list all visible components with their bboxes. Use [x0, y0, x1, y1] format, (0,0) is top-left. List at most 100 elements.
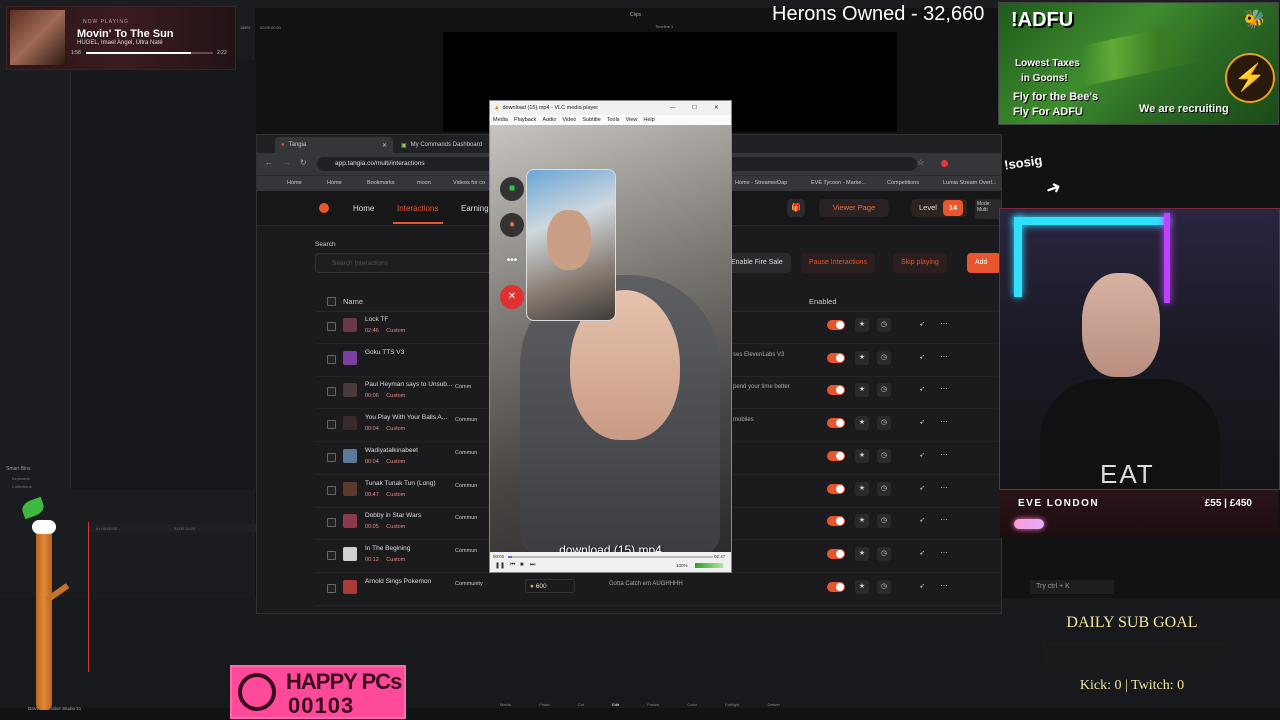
star-icon[interactable]: ★ [855, 481, 869, 496]
minimize-icon[interactable]: — [670, 101, 676, 115]
vlc-seek-bar[interactable] [508, 556, 713, 558]
stop-icon[interactable]: ■ [520, 562, 524, 568]
bookmark-moon[interactable]: moon [417, 180, 431, 186]
timer-icon[interactable]: ◷ [877, 350, 891, 365]
close-tab-icon[interactable]: ✕ [382, 142, 387, 149]
timer-icon[interactable]: ◷ [877, 514, 891, 529]
more-icon[interactable]: ⋯ [937, 416, 951, 430]
row-checkbox[interactable] [327, 452, 336, 462]
bookmark-eve-tycoon[interactable]: EVE Tycoon - Marke... [811, 180, 866, 186]
bookmark-home[interactable]: Home [287, 180, 302, 186]
star-icon[interactable]: ★ [855, 514, 869, 529]
enabled-toggle[interactable] [827, 581, 845, 592]
rocket-icon[interactable]: ➶ [915, 318, 929, 332]
gift-icon[interactable]: 🎁 [787, 199, 805, 217]
menu-tools[interactable]: Tools [607, 115, 620, 125]
enabled-toggle[interactable] [827, 548, 845, 559]
enabled-toggle[interactable] [827, 320, 845, 330]
clips-label[interactable]: Clips [630, 12, 641, 18]
row-checkbox[interactable] [327, 550, 336, 560]
star-icon[interactable]: ★ [855, 318, 869, 332]
star-icon[interactable]: ★ [855, 448, 869, 463]
page-tab-color[interactable]: Color [687, 702, 697, 720]
page-tab-fairlight[interactable]: Fairlight [725, 702, 739, 720]
page-tab-deliver[interactable]: Deliver [768, 702, 780, 720]
extension-icon[interactable] [941, 160, 948, 167]
back-icon[interactable]: ← [265, 158, 273, 167]
row-checkbox[interactable] [327, 387, 336, 397]
more-icon[interactable]: ⋯ [937, 482, 951, 496]
keywords-label[interactable]: Keywords [12, 476, 30, 481]
row-checkbox[interactable] [327, 518, 336, 528]
star-icon[interactable]: ☆ [917, 158, 924, 167]
star-icon[interactable]: ★ [855, 383, 869, 398]
enabled-toggle[interactable] [827, 516, 845, 527]
menu-video[interactable]: Video [562, 115, 576, 125]
nav-home[interactable]: Home [353, 204, 374, 213]
page-tab-media[interactable]: Media [500, 702, 511, 720]
nav-interactions[interactable]: Interactions [397, 204, 438, 213]
enabled-toggle[interactable] [827, 352, 845, 363]
pause-icon[interactable]: ❚❚ [495, 562, 505, 569]
maximize-icon[interactable]: ☐ [692, 101, 697, 115]
more-icon[interactable]: ⋯ [937, 547, 951, 561]
timer-icon[interactable]: ◷ [877, 383, 891, 398]
page-tab-photo[interactable]: Photo [539, 702, 549, 720]
playhead[interactable] [88, 522, 89, 672]
more-icon[interactable]: ⋯ [937, 449, 951, 463]
forward-icon[interactable]: → [283, 158, 291, 167]
browser-tab-tangia[interactable]: ● Tangia ✕ [275, 137, 393, 153]
mode-selector[interactable]: Mode: Multi [975, 199, 1001, 219]
more-icon[interactable]: ⋯ [937, 318, 951, 332]
menu-subtitle[interactable]: Subtitle [582, 115, 600, 125]
bookmark-streamerdap[interactable]: Home - StreamerDap [735, 180, 787, 186]
menu-help[interactable]: Help [643, 115, 654, 125]
rocket-icon[interactable]: ➶ [915, 482, 929, 496]
row-checkbox[interactable] [327, 322, 336, 331]
bookmark-bookmarks[interactable]: Bookmarks [367, 180, 395, 186]
star-icon[interactable]: ★ [855, 546, 869, 561]
rocket-icon[interactable]: ➶ [915, 514, 929, 528]
viewer-page-button[interactable]: Viewer Page [819, 199, 889, 217]
cost-select[interactable]: ● 600 [525, 578, 575, 593]
rocket-icon[interactable]: ➶ [915, 449, 929, 463]
star-icon[interactable]: ★ [855, 579, 869, 594]
try-ctrl-k-hint[interactable]: Try ctrl + K [1030, 580, 1114, 594]
add-button[interactable]: Add [967, 253, 1001, 273]
more-icon[interactable]: ⋯ [937, 383, 951, 397]
rocket-icon[interactable]: ➶ [915, 547, 929, 561]
more-icon[interactable]: ⋯ [937, 514, 951, 528]
search-input[interactable]: Search Interactions [315, 253, 495, 273]
bookmark-lumia[interactable]: Lumia Stream Overl... [943, 180, 997, 186]
table-row[interactable]: Arnold Sings Pokemon Community ● 600 Gotta… [315, 573, 1001, 606]
next-icon[interactable]: ⏭ [530, 562, 535, 569]
enabled-toggle[interactable] [827, 418, 845, 429]
rocket-icon[interactable]: ➶ [915, 383, 929, 397]
enable-fire-sale-button[interactable]: Enable Fire Sale [723, 253, 791, 273]
prev-icon[interactable]: ⏮ [510, 562, 515, 569]
close-icon[interactable]: ✕ [714, 101, 719, 115]
select-all-checkbox[interactable] [327, 297, 336, 306]
enabled-toggle[interactable] [827, 450, 845, 461]
bookmark-home-2[interactable]: Home [327, 180, 342, 186]
vlc-video-area[interactable]: ■ ● ••• ✕ download (15).mp4 [490, 125, 731, 552]
rocket-icon[interactable]: ➶ [915, 351, 929, 365]
column-name[interactable]: Name [343, 297, 363, 306]
enabled-toggle[interactable] [827, 483, 845, 494]
star-icon[interactable]: ★ [855, 416, 869, 431]
smart-bins-label[interactable]: Smart Bins [6, 466, 30, 472]
more-icon[interactable]: ⋯ [937, 580, 951, 594]
more-icon[interactable]: ⋯ [937, 351, 951, 365]
reload-icon[interactable]: ↻ [300, 158, 307, 167]
nav-earnings[interactable]: Earning [461, 204, 489, 213]
menu-audio[interactable]: Audio [542, 115, 556, 125]
page-tab-fusion[interactable]: Fusion [647, 702, 659, 720]
page-tab-edit[interactable]: Edit [612, 702, 619, 720]
rocket-icon[interactable]: ➶ [915, 580, 929, 594]
pause-interactions-button[interactable]: Pause Interactions [801, 253, 875, 273]
enabled-toggle[interactable] [827, 385, 845, 396]
tangia-logo[interactable] [319, 203, 329, 213]
row-checkbox[interactable] [327, 583, 336, 593]
row-checkbox[interactable] [327, 354, 336, 364]
bookmark-competitions[interactable]: Competitions [887, 180, 919, 186]
